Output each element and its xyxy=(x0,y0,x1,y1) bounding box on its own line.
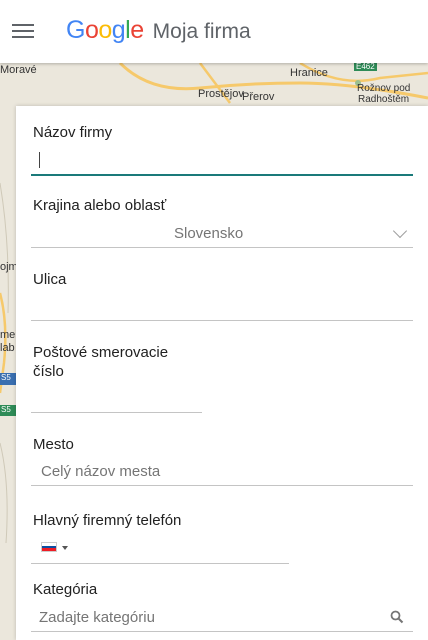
business-name-label: Názov firmy xyxy=(33,124,113,141)
map-label: Radhoštěm xyxy=(358,94,410,105)
postal-code-label-line1: Poštové smerovacie xyxy=(33,344,169,361)
category-underline xyxy=(31,631,413,632)
caret-down-icon xyxy=(62,546,68,550)
street-label: Ulica xyxy=(33,271,67,288)
business-name-underline xyxy=(31,174,413,176)
app-header: Google Moja firma xyxy=(0,0,428,63)
map-label: Přerov xyxy=(242,91,275,103)
map-label: Moravé xyxy=(0,64,37,76)
map-label: Rožnov pod xyxy=(357,83,411,94)
city-underline xyxy=(31,485,413,486)
country-code-picker[interactable] xyxy=(40,540,72,554)
search-icon[interactable] xyxy=(390,610,404,624)
country-underline xyxy=(31,247,413,248)
slovakia-flag-icon xyxy=(41,542,57,552)
map-label: Hranice xyxy=(290,67,328,79)
text-cursor xyxy=(39,152,40,168)
chevron-down-icon xyxy=(392,223,408,239)
postal-code-underline xyxy=(31,412,202,413)
google-logo: Google xyxy=(66,16,144,44)
business-form-card: Názov firmy Krajina alebo oblasť Slovens… xyxy=(16,106,428,640)
country-label: Krajina alebo oblasť xyxy=(33,197,167,214)
brand[interactable]: Google Moja firma xyxy=(66,16,251,48)
business-name-input[interactable] xyxy=(40,150,410,172)
postal-code-input[interactable] xyxy=(40,388,200,410)
map-label: lab xyxy=(0,342,15,354)
map-label: Prostějov xyxy=(198,88,244,100)
road-badge: S5 xyxy=(1,373,11,382)
street-underline xyxy=(31,320,413,321)
city-label: Mesto xyxy=(33,436,74,453)
country-select[interactable]: Slovensko xyxy=(31,218,413,248)
road-badge: E462 xyxy=(354,63,377,71)
category-label: Kategória xyxy=(33,581,98,598)
phone-input[interactable] xyxy=(78,536,286,558)
hamburger-menu-icon[interactable] xyxy=(12,21,34,41)
product-name: Moja firma xyxy=(152,20,251,43)
country-value: Slovensko xyxy=(174,225,244,242)
road-badge: S5 xyxy=(1,405,11,414)
phone-underline xyxy=(31,563,289,564)
city-input[interactable] xyxy=(41,460,411,482)
street-input[interactable] xyxy=(40,296,410,318)
phone-label: Hlavný firemný telefón xyxy=(33,512,182,529)
postal-code-label-line2: číslo xyxy=(33,363,64,380)
category-input[interactable] xyxy=(39,606,379,628)
